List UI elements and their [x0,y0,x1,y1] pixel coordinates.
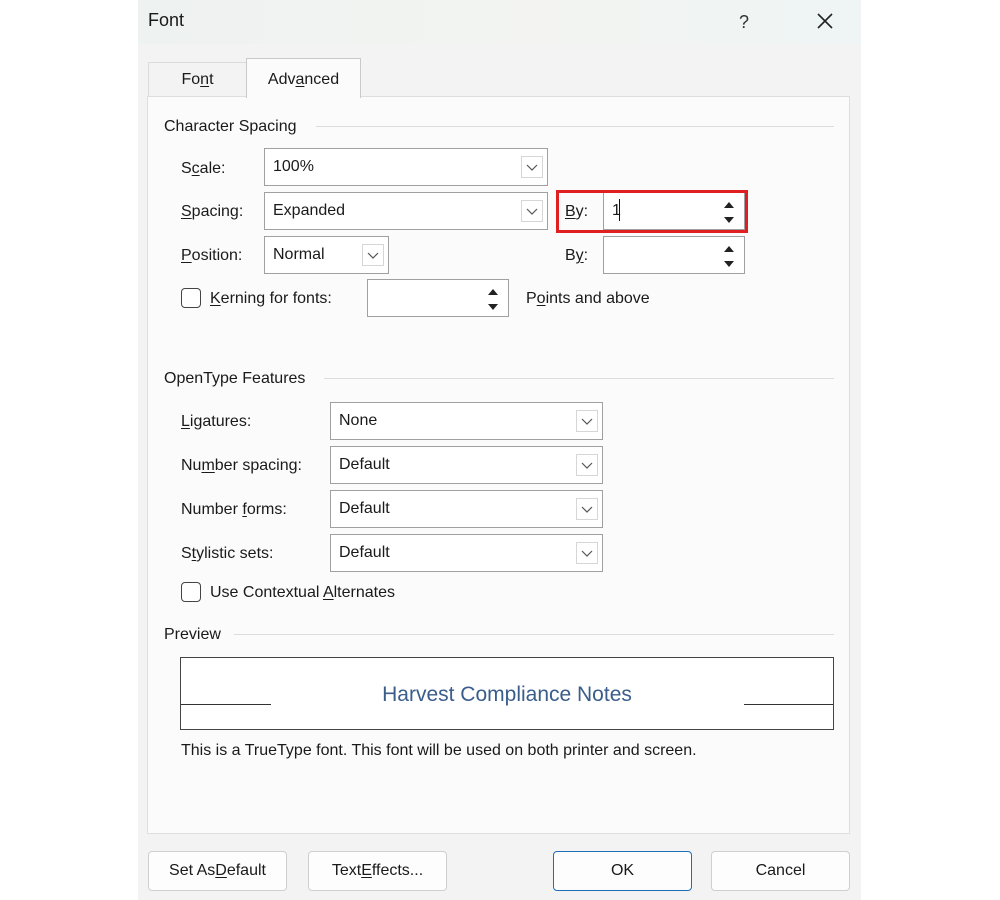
set-default-label-ul: D [215,862,227,879]
chevron-down-icon[interactable] [521,200,543,222]
position-by-label-ul: y [575,247,584,264]
spin-up-icon[interactable] [720,242,738,256]
kerning-checkbox[interactable] [181,288,201,308]
dialog-title: Font [148,10,185,30]
scale-label-ul: c [191,160,200,177]
kerning-suffix-label: Points and above [526,290,650,308]
tab-font-label-b: t [209,71,214,88]
contextual-alternates-checkbox[interactable] [181,582,201,602]
set-default-label-a: Set As [169,862,216,879]
position-by-label: By: [565,247,588,265]
kerning-suffix-a: P [526,290,537,307]
chevron-down-icon[interactable] [576,454,598,476]
number-spacing-label: Number spacing: [181,457,302,475]
scale-combo[interactable]: 100% [264,148,548,186]
kerning-label-ul: K [210,290,221,307]
stylistic-sets-label: Stylistic sets: [181,545,273,563]
stylistic-sets-value: Default [339,544,390,561]
chevron-down-icon[interactable] [576,410,598,432]
opentype-title: OpenType Features [164,370,306,387]
character-spacing-title: Character Spacing [164,118,297,135]
spinner-arrows [720,240,738,274]
set-as-default-button[interactable]: Set As Default [148,851,287,891]
spacing-value: Expanded [273,202,346,219]
number-forms-label-a: Number [181,501,243,518]
tab-font-label-ul: n [200,71,210,88]
scale-label-a: S [181,160,192,177]
kerning-label-b: erning for fonts: [220,290,332,307]
ligatures-label-b: igatures: [189,413,252,430]
chevron-down-icon[interactable] [576,542,598,564]
chevron-down-icon[interactable] [362,244,384,266]
contextual-label-ul: A [322,584,334,601]
number-forms-label: Number forms: [181,501,287,519]
position-label-b: osition: [191,247,243,264]
close-icon [817,13,833,29]
ligatures-value: None [339,412,378,429]
help-button[interactable]: ? [726,8,762,36]
spacing-combo[interactable]: Expanded [264,192,548,230]
set-default-label-b: efault [226,862,266,879]
contextual-alternates-label: Use Contextual Alternates [210,584,395,602]
ok-button[interactable]: OK [553,851,692,891]
kerning-suffix-ul: o [536,290,546,307]
highlight-box [556,190,748,233]
position-value: Normal [273,246,325,263]
kerning-spinner[interactable] [367,279,509,317]
position-label-ul: P [181,247,192,264]
spacing-label: Spacing: [181,203,243,221]
scale-label: Scale: [181,160,225,178]
tab-font-label-a: Fo [181,71,201,88]
preview-sample-text: Harvest Compliance Notes [382,683,632,706]
text-effects-label-a: Text [331,862,362,879]
ligatures-combo[interactable]: None [330,402,603,440]
contextual-label-b: lternates [333,584,395,601]
text-effects-button[interactable]: Text Effects... [308,851,447,891]
spin-down-icon[interactable] [720,257,738,271]
stylistic-sets-combo[interactable]: Default [330,534,603,572]
number-forms-combo[interactable]: Default [330,490,603,528]
tab-advanced[interactable]: Advanced [246,58,361,98]
group-divider [324,378,834,379]
ligatures-label-ul: L [181,413,190,430]
position-label: Position: [181,247,242,265]
number-spacing-label-a: Nu [181,457,202,474]
kerning-label: Kerning for fonts: [210,290,332,308]
number-spacing-label-b: ber spacing: [214,457,302,474]
number-forms-label-b: orms: [246,501,287,518]
number-forms-value: Default [339,500,390,517]
ligatures-label: Ligatures: [181,413,251,431]
number-spacing-value: Default [339,456,390,473]
close-button[interactable] [808,6,842,36]
tab-advanced-label-a: Adv [267,71,296,88]
text-effects-label-b: ffects... [371,862,424,879]
scale-value: 100% [273,158,314,175]
group-divider [234,634,834,635]
preview-title: Preview [164,626,221,643]
spinner-arrows [484,283,502,317]
stylistic-sets-label-a: S [181,545,192,562]
number-spacing-label-ul: m [201,457,215,474]
spin-up-icon[interactable] [484,285,502,299]
position-by-label-b: : [583,247,589,264]
contextual-label-a: Use Contextual [210,584,323,601]
stylistic-sets-label-b: ylistic sets: [196,545,274,562]
font-type-note: This is a TrueType font. This font will … [181,742,697,759]
tab-advanced-label-b: nced [304,71,340,88]
tab-font[interactable]: Font [148,62,247,97]
group-divider [316,126,834,127]
chevron-down-icon[interactable] [521,156,543,178]
spin-down-icon[interactable] [484,300,502,314]
cancel-button[interactable]: Cancel [711,851,850,891]
kerning-suffix-b: ints and above [545,290,650,307]
text-effects-label-ul: E [361,862,372,879]
position-by-label-a: B [565,247,576,264]
scale-label-b: ale: [199,160,226,177]
position-by-spinner[interactable] [603,236,745,274]
position-combo[interactable]: Normal [264,236,389,274]
spacing-label-ul: S [181,203,192,220]
chevron-down-icon[interactable] [576,498,598,520]
spacing-label-b: pacing: [191,203,244,220]
number-spacing-combo[interactable]: Default [330,446,603,484]
